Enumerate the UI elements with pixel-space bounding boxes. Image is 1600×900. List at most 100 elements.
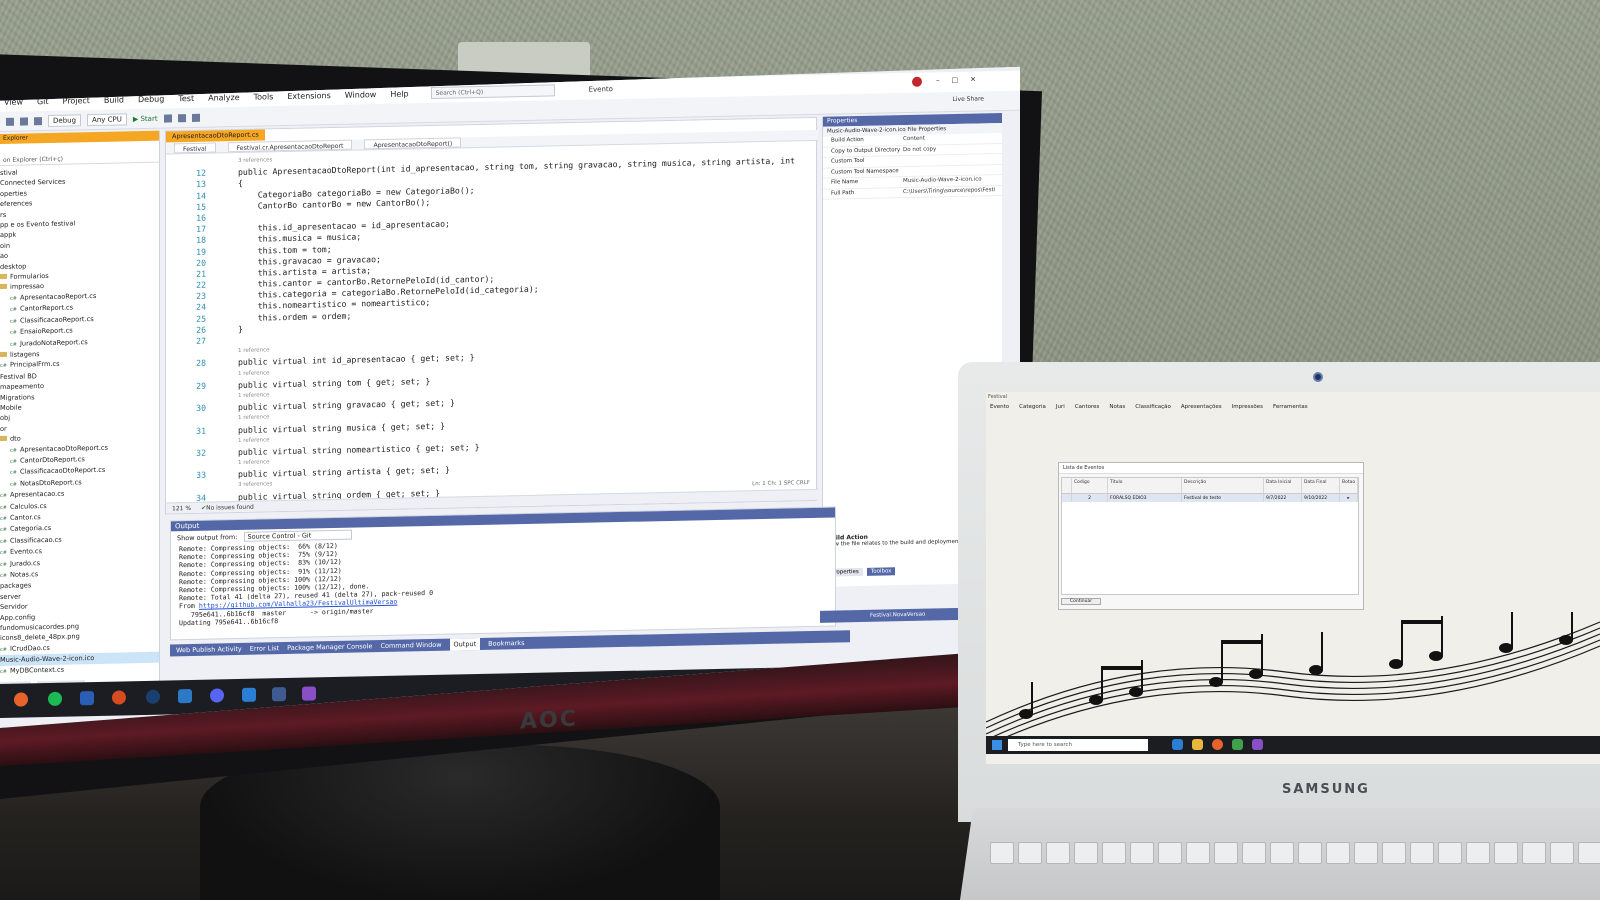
menu-evento[interactable]: Evento [990,404,1009,410]
key[interactable] [1242,842,1266,864]
tab-web-publish[interactable]: Web Publish Activity [176,643,242,656]
cell-data-final[interactable]: 9/10/2022 [1302,494,1340,502]
code-lens[interactable]: 1 reference [238,457,270,469]
code-lens[interactable]: 3 references [238,155,272,167]
spotify-icon[interactable] [48,692,62,706]
windows-start-icon[interactable] [992,740,1002,750]
ssms-icon[interactable] [272,687,286,701]
platform-select[interactable]: Any CPU [87,113,127,126]
live-share-button[interactable]: Live Share [953,95,984,103]
menu-test[interactable]: Test [178,93,194,102]
continuar-button[interactable]: Continuar [1061,598,1102,605]
key[interactable] [1382,842,1406,864]
key[interactable] [1494,842,1518,864]
code-lens[interactable]: 1 reference [238,435,270,447]
toolbar-tool-icon[interactable] [178,114,186,122]
app-icon[interactable] [1232,739,1243,750]
tree-file[interactable]: MyDBContext.cs [0,662,159,677]
table-row[interactable]: 2 FORALSQ EDIO3 Festival de teste 9/7/20… [1062,494,1358,502]
menu-help[interactable]: Help [390,89,408,98]
vscode-icon[interactable] [242,688,256,702]
property-value[interactable]: C:\Users\Tiring\source\repos\Festi [903,186,1002,198]
key[interactable] [1438,842,1462,864]
menu-classificacao[interactable]: Classificação [1135,404,1171,410]
firefox-icon[interactable] [14,692,28,706]
back-icon[interactable] [6,117,14,125]
file-explorer-icon[interactable] [1192,739,1203,750]
cell-descricao[interactable]: Festival de teste [1182,494,1264,502]
window-controls[interactable]: –□✕ [936,75,988,84]
tab-command-window[interactable]: Command Window [380,639,441,652]
menu-categoria[interactable]: Categoria [1019,404,1046,410]
key[interactable] [1046,842,1070,864]
steam-icon[interactable] [146,690,160,704]
cell-data-inicial[interactable]: 9/7/2022 [1264,494,1302,502]
cell-codigo[interactable]: 2 [1072,494,1108,502]
tab-bookmarks[interactable]: Bookmarks [488,637,524,650]
key[interactable] [990,842,1014,864]
nav-type-dropdown[interactable]: Festival.cr.ApresentacaoDtoReport [228,140,353,153]
config-select[interactable]: Debug [48,114,81,127]
bookmark-icon[interactable] [192,113,200,121]
key[interactable] [1074,842,1098,864]
menu-ferramentas[interactable]: Ferramentas [1273,404,1308,410]
issues-indicator[interactable]: No issues found [201,502,254,513]
menu-tools[interactable]: Tools [254,92,274,101]
menu-impressoes[interactable]: Impressões [1232,404,1263,410]
undo-icon[interactable] [34,117,42,125]
code-area[interactable]: 3 references 12 public ApresentacaoDtoRep… [166,144,818,504]
column-header[interactable]: Data Inicial [1264,478,1302,493]
menu-analyze[interactable]: Analyze [208,92,240,102]
zoom-level[interactable]: 121 % [172,503,191,513]
nav-member-dropdown[interactable]: ApresentacaoDtoReport() [364,137,461,149]
output-log[interactable]: Remote: Compressing objects: 66% (8/12) … [171,532,835,628]
key[interactable] [1214,842,1238,864]
visual-studio-icon[interactable] [1252,739,1263,750]
key[interactable] [1522,842,1546,864]
store-icon[interactable] [178,689,192,703]
tab-output[interactable]: Output [450,638,481,651]
menu-window[interactable]: Window [345,90,377,100]
key[interactable] [1130,842,1154,864]
column-header[interactable]: Botao [1340,478,1358,493]
key[interactable] [1578,842,1600,864]
key[interactable] [1018,842,1042,864]
key[interactable] [1326,842,1350,864]
key[interactable] [1270,842,1294,864]
save-icon[interactable] [20,117,28,125]
ide-search-input[interactable]: Search (Ctrl+Q) [431,84,555,99]
column-header[interactable]: Codigo [1072,478,1108,493]
key[interactable] [1410,842,1434,864]
tab-toolbox[interactable]: Toolbox [867,567,896,576]
key[interactable] [1298,842,1322,864]
vscode-icon[interactable] [1172,739,1183,750]
column-header[interactable]: Descrição [1182,478,1264,493]
origin-icon[interactable] [112,690,126,704]
cell-titulo[interactable]: FORALSQ EDIO3 [1108,494,1182,502]
start-button[interactable]: ▶ Start [133,114,158,123]
visual-studio-icon[interactable] [302,686,316,700]
key[interactable] [1102,842,1126,864]
code-lens[interactable]: 1 reference [238,368,270,380]
menu-notas[interactable]: Notas [1109,404,1125,410]
menu-juri[interactable]: Juri [1056,404,1065,410]
tab-package-manager[interactable]: Package Manager Console [287,640,372,654]
nav-project-dropdown[interactable]: Festival [174,142,216,153]
key[interactable] [1466,842,1490,864]
output-source-select[interactable]: Source Control - Git [244,530,353,542]
row-action-button[interactable]: ▸ [1340,494,1358,502]
document-tab[interactable]: ApresentacaoDtoReport.cs [166,129,265,142]
menu-extensions[interactable]: Extensions [287,91,330,101]
code-lens[interactable]: 1 reference [238,413,270,425]
key[interactable] [1186,842,1210,864]
column-header[interactable]: Data Final [1302,478,1340,493]
code-lens[interactable]: 1 reference [238,346,270,358]
tab-error-list[interactable]: Error List [250,642,279,655]
menu-cantores[interactable]: Cantores [1075,404,1100,410]
code-lens[interactable]: 1 reference [238,390,270,402]
firefox-icon[interactable] [1212,739,1223,750]
toolbar-tool-icon[interactable] [164,114,172,122]
key[interactable] [1354,842,1378,864]
key[interactable] [1158,842,1182,864]
taskbar-search-input[interactable]: Type here to search [1008,739,1148,751]
